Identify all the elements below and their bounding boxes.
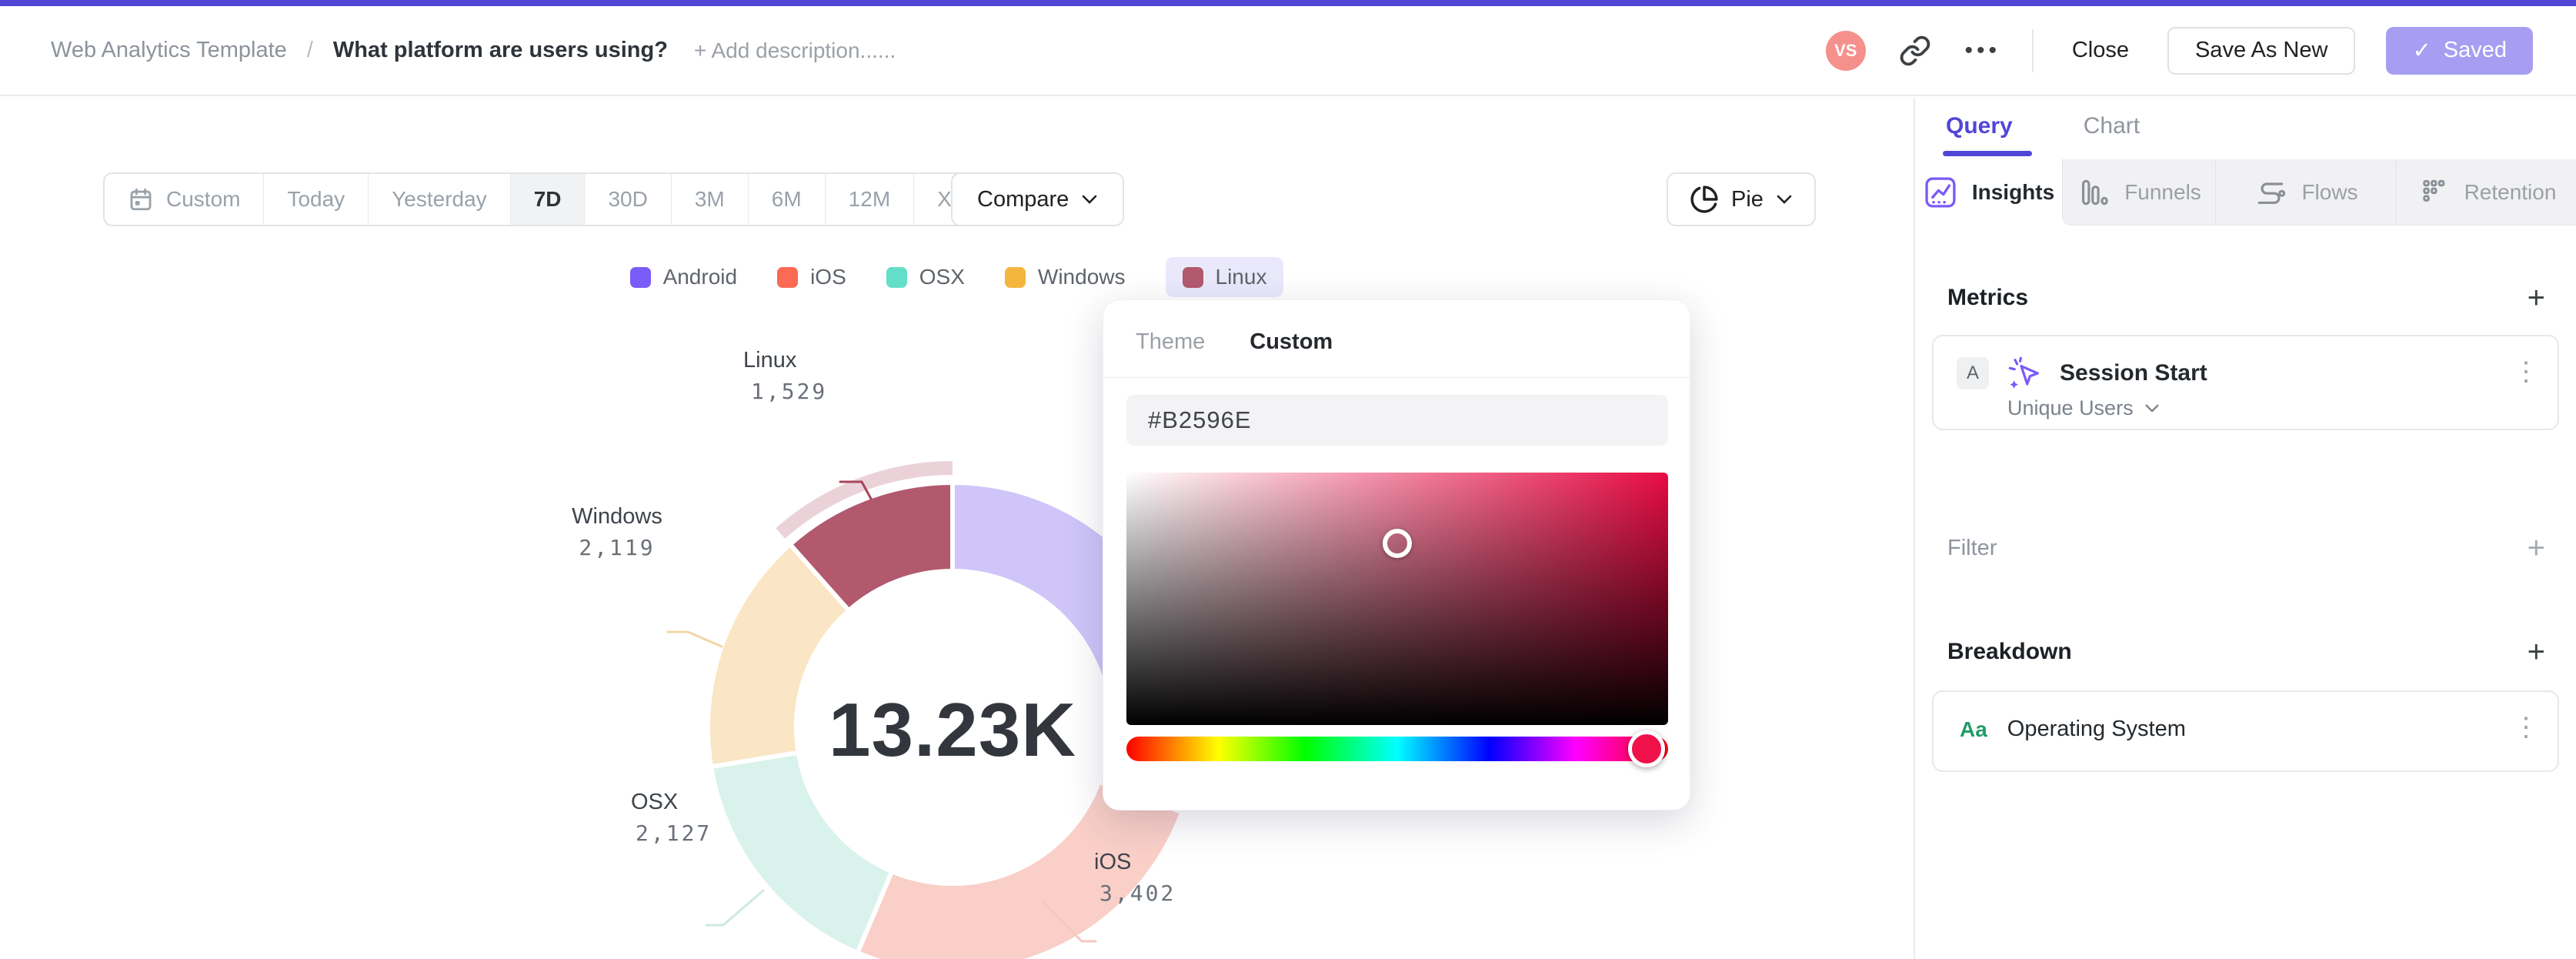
color-picker-tabs: Theme Custom (1136, 329, 1333, 355)
breakdown-title: Breakdown (1947, 639, 2072, 664)
view-tabs: Insights Funnels Flows Retention (1915, 159, 2576, 226)
share-link-button[interactable] (1897, 32, 1934, 69)
flows-icon (2258, 182, 2286, 204)
legend-swatch (629, 266, 651, 288)
range-30d[interactable]: 30D (584, 174, 670, 225)
legend-swatch (1004, 266, 1026, 288)
legend-item-android[interactable]: Android (629, 257, 737, 297)
range-6m[interactable]: 6M (747, 174, 825, 225)
insights-icon (1925, 177, 1956, 208)
metric-card[interactable]: A Session Start ⋮ Unique Users (1932, 335, 2559, 430)
chevron-down-icon (1082, 195, 1097, 204)
slice-label-osx: OSX 2,127 (631, 790, 712, 846)
calendar-icon (130, 188, 152, 211)
filter-header: Filter + (1947, 533, 2545, 563)
metrics-header: Metrics + (1947, 282, 2545, 313)
avatar[interactable]: VS (1825, 30, 1866, 71)
retention-icon (2422, 179, 2444, 202)
slice-label-linux: Linux 1,529 (743, 348, 828, 404)
header: Web Analytics Template / What platform a… (0, 6, 2576, 96)
property-type-icon: Aa (1960, 717, 1987, 741)
check-icon: ✓ (2412, 38, 2431, 63)
legend-item-ios[interactable]: iOS (777, 257, 846, 297)
legend-item-osx[interactable]: OSX (886, 257, 965, 297)
saturation-handle[interactable] (1383, 528, 1412, 558)
add-breakdown-button[interactable]: + (2528, 637, 2545, 667)
metrics-title: Metrics (1947, 285, 2029, 310)
legend-swatch (1182, 266, 1203, 288)
legend-swatch (886, 266, 907, 288)
chevron-down-icon (1777, 195, 1792, 204)
hex-color-input[interactable] (1126, 395, 1668, 446)
tab-theme[interactable]: Theme (1136, 329, 1205, 355)
range-custom[interactable]: Custom (105, 174, 263, 225)
sidebar-tabs: Query Chart (1943, 113, 2140, 156)
color-picker-popup: Theme Custom (1103, 299, 1691, 810)
metric-menu-button[interactable]: ⋮ (2513, 356, 2539, 387)
donut-slice-osx[interactable] (709, 750, 895, 956)
query-sidebar: Query Chart Insights Funnels Flows Reten… (1915, 98, 2576, 959)
tab-flows[interactable]: Flows (2216, 159, 2397, 226)
breadcrumb-separator: / (306, 38, 313, 62)
saved-button[interactable]: ✓ Saved (2386, 26, 2533, 75)
breadcrumb: Web Analytics Template / What platform a… (0, 38, 896, 63)
range-yesterday[interactable]: Yesterday (368, 174, 510, 225)
chevron-down-icon (2145, 404, 2159, 413)
add-metric-button[interactable]: + (2528, 282, 2545, 313)
ellipsis-icon: ••• (1964, 37, 2001, 63)
range-12m[interactable]: 12M (824, 174, 913, 225)
hue-slider[interactable] (1126, 730, 1668, 767)
metric-aggregation[interactable]: Unique Users (2007, 396, 2160, 420)
slice-label-windows: Windows 2,119 (572, 504, 662, 560)
legend-item-linux[interactable]: Linux (1165, 257, 1284, 297)
legend-swatch (777, 266, 799, 288)
breakdown-menu-button[interactable]: ⋮ (2513, 712, 2539, 743)
range-today[interactable]: Today (263, 174, 368, 225)
range-7d[interactable]: 7D (509, 174, 585, 225)
tab-funnels[interactable]: Funnels (2062, 159, 2216, 226)
tab-retention[interactable]: Retention (2397, 159, 2576, 226)
tab-insights[interactable]: Insights (1915, 159, 2062, 226)
breadcrumb-root[interactable]: Web Analytics Template (51, 38, 287, 63)
compare-button[interactable]: Compare (951, 172, 1125, 226)
add-filter-button[interactable]: + (2528, 533, 2545, 563)
app-root: Web Analytics Template / What platform a… (0, 0, 2576, 959)
range-3m[interactable]: 3M (670, 174, 748, 225)
hue-handle[interactable] (1627, 730, 1665, 767)
link-icon (1900, 35, 1930, 65)
close-button[interactable]: Close (2064, 38, 2137, 63)
donut-center-value: 13.23K (828, 687, 1076, 772)
breakdown-row: Aa Operating System (1960, 717, 2186, 742)
event-sparkle-cursor-icon (2008, 356, 2039, 389)
funnels-icon (2082, 179, 2108, 205)
tab-chart[interactable]: Chart (2084, 113, 2140, 156)
saved-label: Saved (2443, 38, 2507, 62)
header-divider (2031, 28, 2034, 72)
chart-type-select[interactable]: Pie (1667, 172, 1816, 226)
tab-custom[interactable]: Custom (1250, 329, 1333, 355)
chart-legend: Android iOS OSX Windows Linux (0, 257, 1914, 297)
breakdown-header: Breakdown + (1947, 637, 2545, 667)
page-title[interactable]: What platform are users using? (333, 38, 668, 63)
save-as-new-button[interactable]: Save As New (2167, 26, 2356, 75)
metric-badge: A (1957, 357, 1989, 389)
metric-event-name[interactable]: Session Start (2060, 360, 2207, 386)
date-range-control: Custom Today Yesterday 7D 30D 3M 6M 12M … (103, 172, 1035, 226)
breakdown-property-name[interactable]: Operating System (2007, 717, 2186, 742)
popup-divider (1103, 377, 1691, 378)
legend-item-windows[interactable]: Windows (1004, 257, 1126, 297)
range-label: Custom (166, 187, 241, 211)
breakdown-card[interactable]: Aa Operating System ⋮ (1932, 690, 2559, 772)
tab-query[interactable]: Query (1943, 113, 2032, 156)
filter-title: Filter (1947, 535, 1997, 560)
more-menu-button[interactable]: ••• (1964, 32, 2001, 69)
header-actions: VS ••• Close Save As New ✓ Saved (1825, 26, 2576, 75)
add-description-button[interactable]: + Add description...... (694, 38, 896, 63)
slice-label-ios: iOS 3,402 (1094, 850, 1176, 906)
metric-row: A Session Start (1957, 355, 2207, 392)
saturation-gradient[interactable] (1126, 473, 1668, 725)
top-accent-bar (0, 0, 2576, 6)
pie-chart-icon (1690, 185, 1718, 213)
